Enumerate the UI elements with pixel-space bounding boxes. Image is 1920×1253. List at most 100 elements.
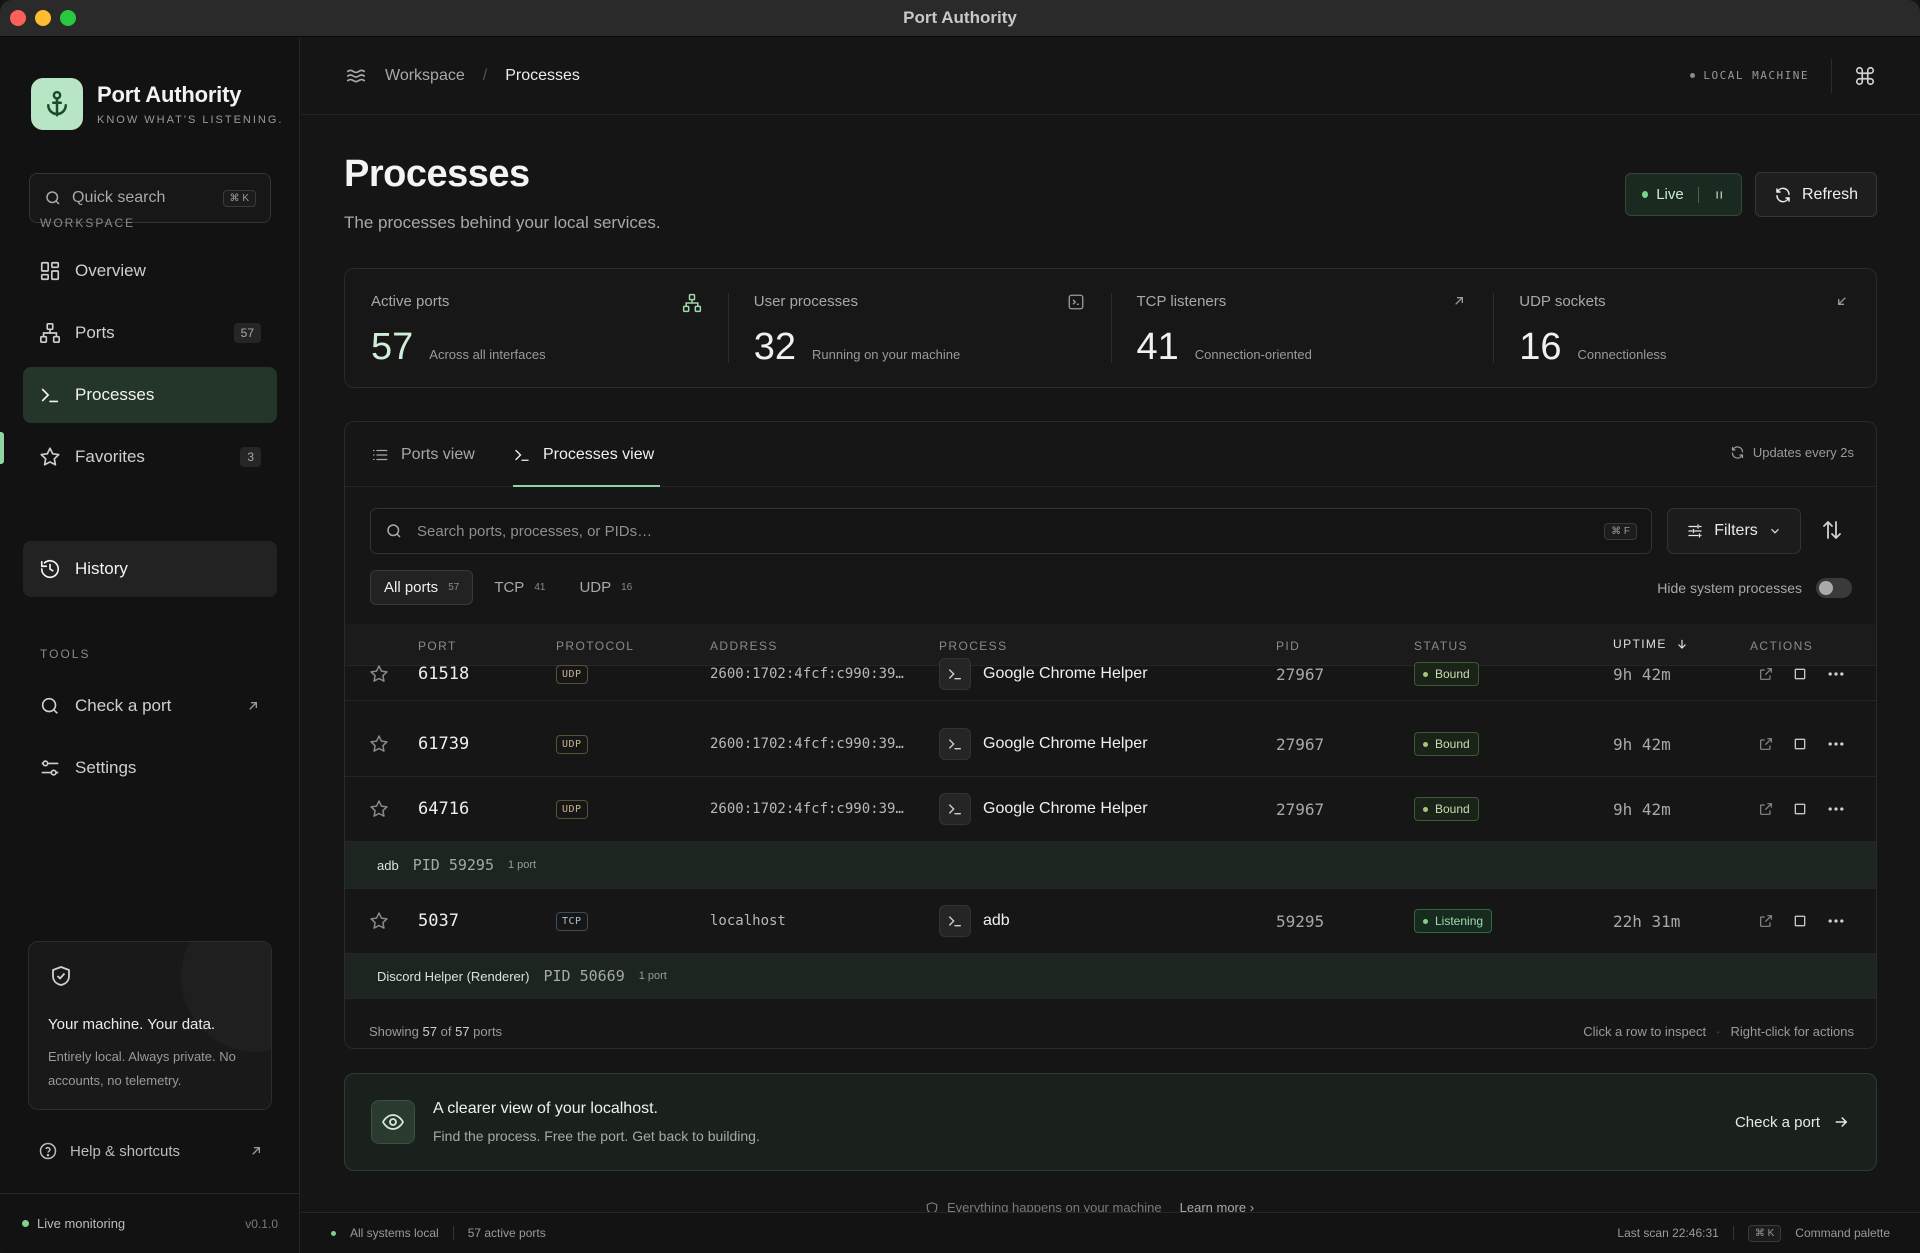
update-interval: Updates every 2s — [1730, 445, 1854, 460]
command-icon[interactable] — [1854, 65, 1876, 87]
open-external-icon[interactable] — [1758, 801, 1774, 817]
process-terminal-icon — [939, 728, 971, 760]
arrow-down-icon — [1677, 639, 1686, 649]
sidebar-footer: Live monitoring v0.1.0 — [0, 1193, 300, 1253]
sidebar-item-ports[interactable]: Ports 57 — [23, 305, 277, 361]
refresh-icon — [1776, 187, 1790, 202]
address-value: localhost — [710, 913, 786, 929]
col-process[interactable]: PROCESS — [939, 639, 1007, 653]
table-row[interactable]: 5037 TCP localhost adb 59295 Listening 2… — [345, 889, 1876, 954]
col-pid[interactable]: PID — [1276, 639, 1300, 653]
refresh-button[interactable]: Refresh — [1755, 172, 1877, 217]
col-uptime[interactable]: UPTIME — [1613, 637, 1689, 651]
showing-count: Showing 57 of 57 ports — [369, 1023, 503, 1039]
help-circle-icon — [39, 1142, 57, 1160]
sort-order-icon[interactable] — [1820, 518, 1844, 542]
sidebar-item-processes[interactable]: Processes — [23, 367, 277, 423]
stop-process-icon[interactable] — [1792, 666, 1808, 682]
terminal-icon — [41, 388, 59, 403]
star-icon — [40, 447, 60, 466]
favorite-star-icon[interactable] — [369, 712, 389, 776]
machine-label: LOCAL MACHINE — [1703, 69, 1809, 82]
chip-all-ports[interactable]: All ports 57 — [370, 570, 474, 605]
close-window-button[interactable] — [10, 10, 26, 26]
arrow-up-right-icon — [249, 702, 257, 710]
table-row[interactable]: 64716 UDP 2600:1702:4fcf:c990:39… Google… — [345, 777, 1876, 842]
breadcrumb-current: Processes — [505, 66, 580, 84]
stop-process-icon[interactable] — [1792, 801, 1808, 817]
brand[interactable]: Port Authority KNOW WHAT'S LISTENING. — [31, 78, 283, 130]
more-options-icon[interactable] — [1826, 734, 1846, 754]
breadcrumb-workspace[interactable]: Workspace — [385, 67, 465, 85]
sidebar-item-label: Processes — [75, 385, 155, 404]
process-group-header[interactable]: Discord Helper (Renderer) PID 50669 1 po… — [345, 954, 1876, 999]
row-actions — [1758, 889, 1846, 953]
col-address[interactable]: ADDRESS — [710, 639, 778, 653]
tab-label: Ports view — [401, 445, 475, 463]
more-options-icon[interactable] — [1826, 911, 1846, 931]
pid-value: 27967 — [1276, 664, 1325, 684]
check-port-link[interactable]: Check a port — [1735, 1113, 1850, 1131]
window-title: Port Authority — [903, 8, 1017, 27]
live-toggle-button[interactable]: Live — [1625, 173, 1742, 216]
arrow-up-right-icon — [1455, 297, 1464, 305]
sidebar-item-label: Overview — [75, 261, 146, 280]
process-group-header[interactable]: adb PID 59295 1 port — [345, 842, 1876, 889]
table-search-input[interactable]: Search ports, processes, or PIDs… ⌘ F — [370, 508, 1652, 554]
col-port[interactable]: PORT — [418, 639, 457, 653]
sidebar-item-overview[interactable]: Overview — [23, 243, 277, 299]
more-options-icon[interactable] — [1826, 664, 1846, 684]
stat-udp-sockets: UDP sockets 16 Connectionless — [1493, 269, 1876, 387]
version-label: v0.1.0 — [245, 1216, 278, 1231]
view-tabs: Ports view Processes view Updates every … — [345, 422, 1876, 487]
table-row[interactable]: 61518 UDP 2600:1702:4fcf:c990:39… Google… — [345, 658, 1876, 701]
hide-system-toggle[interactable] — [1816, 578, 1852, 598]
col-protocol[interactable]: PROTOCOL — [556, 639, 634, 653]
tab-processes-view[interactable]: Processes view — [513, 422, 660, 487]
live-monitoring-label: Live monitoring — [37, 1216, 126, 1231]
stop-process-icon[interactable] — [1792, 913, 1808, 929]
sidebar-item-settings[interactable]: Settings — [23, 740, 277, 796]
chip-udp[interactable]: UDP 16 — [566, 570, 645, 605]
protocol-badge: UDP — [556, 734, 588, 754]
favorite-star-icon[interactable] — [369, 657, 389, 691]
status-bar: All systems local 57 active ports Last s… — [301, 1212, 1920, 1253]
refresh-icon — [1731, 446, 1743, 459]
chip-tcp[interactable]: TCP 41 — [481, 570, 558, 605]
favorite-star-icon[interactable] — [369, 889, 389, 953]
favorite-star-icon[interactable] — [369, 777, 389, 841]
col-status[interactable]: STATUS — [1414, 639, 1468, 653]
promo-banner: A clearer view of your localhost. Find t… — [344, 1073, 1877, 1171]
sidebar-item-history[interactable]: History — [23, 541, 277, 597]
terminal-icon — [515, 449, 529, 461]
active-ports-status: 57 active ports — [467, 1226, 546, 1240]
more-options-icon[interactable] — [1826, 799, 1846, 819]
stat-label: User processes — [753, 293, 858, 310]
help-shortcuts-link[interactable]: Help & shortcuts — [38, 1141, 264, 1161]
sidebar-item-favorites[interactable]: Favorites 3 — [23, 429, 277, 485]
list-icon — [372, 449, 388, 460]
window-controls — [10, 10, 76, 26]
active-indicator — [0, 432, 4, 464]
filters-label: Filters — [1714, 522, 1758, 539]
minimize-window-button[interactable] — [35, 10, 51, 26]
waves-icon[interactable] — [345, 65, 367, 87]
tab-ports-view[interactable]: Ports view — [371, 422, 481, 487]
pause-icon[interactable] — [1713, 188, 1725, 202]
open-external-icon[interactable] — [1758, 736, 1774, 752]
open-external-icon[interactable] — [1758, 913, 1774, 929]
command-palette-shortcut: ⌘ K — [1747, 1224, 1782, 1242]
sidebar-item-check-port[interactable]: Check a port — [23, 678, 277, 734]
filters-button[interactable]: Filters — [1667, 508, 1801, 554]
chevron-down-icon — [1770, 528, 1779, 534]
table-row[interactable]: 61739 UDP 2600:1702:4fcf:c990:39… Google… — [345, 712, 1876, 777]
address-value: 2600:1702:4fcf:c990:39… — [710, 801, 904, 817]
network-icon — [40, 323, 60, 343]
zoom-window-button[interactable] — [60, 10, 76, 26]
stat-tcp-listeners: TCP listeners 41 Connection-oriented — [1110, 269, 1494, 387]
command-palette-link[interactable]: Command palette — [1795, 1226, 1890, 1240]
shield-check-icon — [52, 966, 70, 986]
stop-process-icon[interactable] — [1792, 736, 1808, 752]
protocol-filter-chips: All ports 57 TCP 41 UDP 16 — [370, 570, 645, 605]
open-external-icon[interactable] — [1758, 666, 1774, 682]
